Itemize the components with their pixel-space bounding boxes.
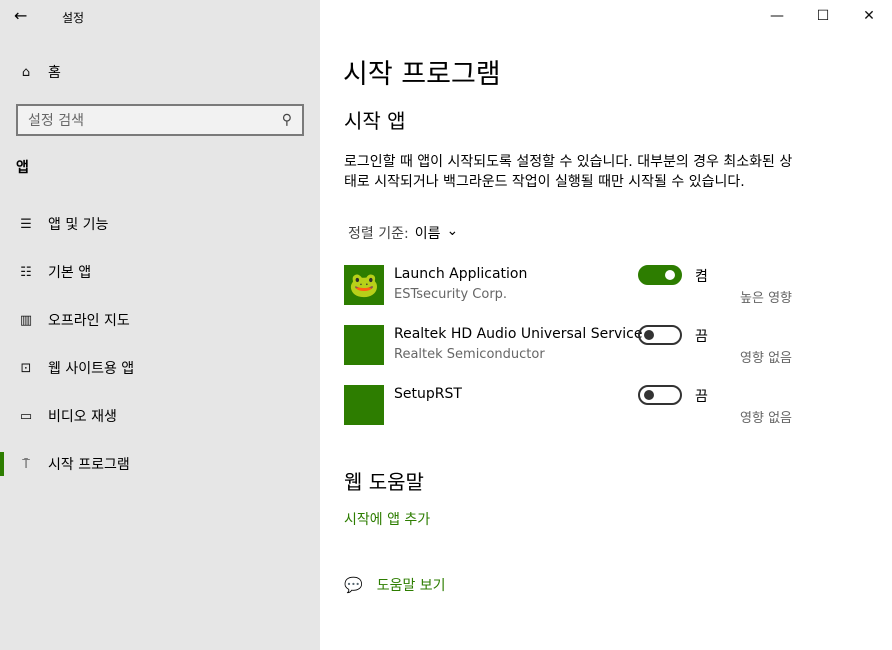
- sort-value: 이름: [414, 226, 441, 242]
- startup-impact: 높은 영향: [740, 291, 792, 306]
- app-name: Launch Application: [394, 266, 528, 282]
- home-icon: ⌂: [21, 64, 31, 80]
- app-name: SetupRST: [394, 386, 462, 402]
- app-publisher: Realtek Semiconductor: [394, 347, 545, 362]
- nav-label: 앱 및 기능: [48, 217, 109, 233]
- app-icon: 🐸: [344, 265, 384, 305]
- startup-app-row: SetupRST 끔 영향 없음: [344, 385, 804, 429]
- search-placeholder: 설정 검색: [28, 113, 84, 129]
- nav-label: 오프라인 지도: [48, 313, 130, 329]
- startup-icon: ⍑: [22, 456, 30, 472]
- web-help-title: 웹 도움말: [344, 470, 424, 494]
- startup-app-row: Realtek HD Audio Universal Service Realt…: [344, 325, 804, 369]
- startup-impact: 영향 없음: [740, 411, 792, 426]
- sidebar-item-home[interactable]: ⌂ 홈: [0, 52, 320, 92]
- window-title: 설정: [62, 11, 85, 25]
- sidebar-item-video[interactable]: ▭ 비디오 재생: [0, 396, 320, 436]
- sidebar-item-default-apps[interactable]: ☷ 기본 앱: [0, 252, 320, 292]
- list-icon: ☰: [20, 216, 32, 232]
- description: 로그인할 때 앱이 시작되도록 설정할 수 있습니다. 대부분의 경우 최소화된…: [344, 154, 793, 190]
- startup-app-row: 🐸 Launch Application ESTsecurity Corp. 켬…: [344, 265, 804, 309]
- app-publisher: ESTsecurity Corp.: [394, 287, 508, 302]
- get-help-link[interactable]: 💬 도움말 보기: [344, 575, 446, 595]
- nav-label: 비디오 재생: [48, 409, 117, 425]
- sort-label: 정렬 기준:: [348, 226, 409, 242]
- nav-label: 웹 사이트용 앱: [48, 361, 135, 377]
- startup-toggle[interactable]: [638, 385, 682, 405]
- section-title: 시작 앱: [344, 109, 406, 133]
- default-apps-icon: ☷: [20, 264, 32, 280]
- toggle-status: 켬: [695, 269, 708, 285]
- app-icon: [344, 385, 384, 425]
- toggle-status: 끔: [695, 389, 708, 405]
- startup-toggle[interactable]: [638, 265, 682, 285]
- sidebar-item-startup[interactable]: ⍑ 시작 프로그램: [0, 444, 320, 484]
- chevron-down-icon: ⌄: [446, 223, 459, 239]
- video-icon: ▭: [19, 408, 33, 424]
- startup-impact: 영향 없음: [740, 351, 792, 366]
- help-chat-icon: 💬: [344, 576, 363, 594]
- nav-label: 기본 앱: [48, 265, 92, 281]
- startup-toggle[interactable]: [638, 325, 682, 345]
- toggle-status: 끔: [695, 329, 708, 345]
- section-heading: 앱: [16, 160, 29, 176]
- back-button[interactable]: ←: [14, 6, 27, 25]
- close-button[interactable]: ✕: [846, 0, 892, 32]
- sidebar-item-web-apps[interactable]: ⊡ 웹 사이트용 앱: [0, 348, 320, 388]
- sidebar-item-offline-maps[interactable]: ▥ 오프라인 지도: [0, 300, 320, 340]
- app-name: Realtek HD Audio Universal Service: [394, 326, 643, 342]
- sidebar-item-apps-features[interactable]: ☰ 앱 및 기능: [0, 204, 320, 244]
- page-title: 시작 프로그램: [343, 59, 501, 90]
- help-link-label: 도움말 보기: [376, 578, 446, 594]
- web-app-icon: ⊡: [20, 360, 32, 376]
- sort-dropdown[interactable]: 정렬 기준: 이름 ⌄: [348, 223, 458, 243]
- app-icon: [344, 325, 384, 365]
- map-icon: ▥: [19, 312, 33, 328]
- minimize-button[interactable]: —: [754, 0, 800, 32]
- add-app-to-startup-link[interactable]: 시작에 앱 추가: [344, 509, 430, 529]
- sidebar: ← 설정 ⌂ 홈 설정 검색 ⚲ 앱 ☰ 앱 및 기능 ☷ 기본 앱 ▥ 오프라인 지…: [0, 0, 320, 650]
- nav-label: 시작 프로그램: [48, 457, 130, 473]
- search-icon: ⚲: [281, 112, 292, 128]
- search-input[interactable]: 설정 검색 ⚲: [16, 104, 304, 136]
- maximize-button[interactable]: ☐: [800, 0, 846, 32]
- home-label: 홈: [48, 65, 61, 81]
